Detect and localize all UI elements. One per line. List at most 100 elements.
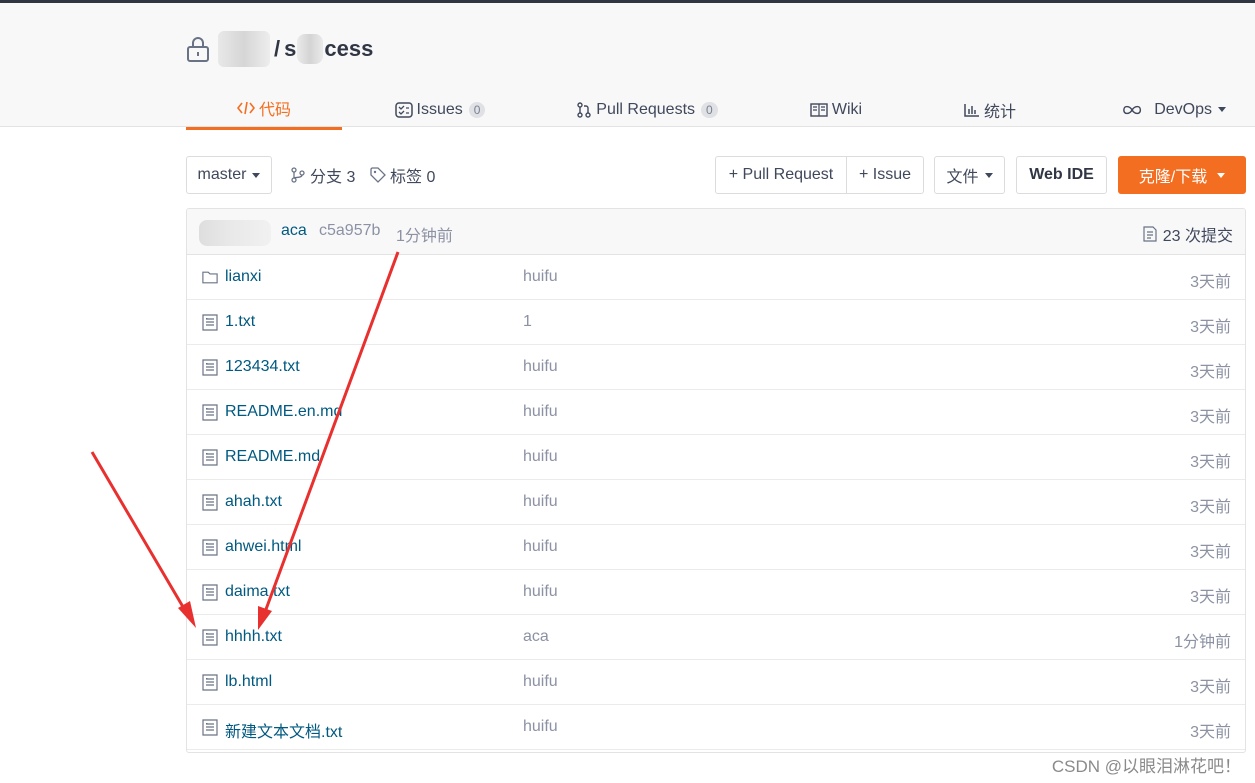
- tab-issues-label: Issues: [416, 100, 463, 118]
- tab-wiki-label: Wiki: [831, 100, 863, 118]
- file-icon: [202, 314, 218, 331]
- file-updated-time: 3天前: [1190, 499, 1231, 516]
- tab-devops-label: DevOps: [1154, 100, 1212, 118]
- repo-name-prefix: s: [284, 36, 297, 61]
- file-updated-time: 3天前: [1190, 679, 1231, 696]
- file-updated-time: 3天前: [1190, 274, 1231, 291]
- file-commit-message[interactable]: 1: [523, 313, 532, 331]
- commit-hash[interactable]: c5a957b: [319, 222, 380, 240]
- file-icon: [202, 674, 218, 691]
- file-icon: [202, 359, 218, 376]
- file-row[interactable]: ahah.txt huifu 3天前: [187, 480, 1245, 525]
- repo-header: / s cess 代码 Issues 0 Pull Requests 0 Wik…: [0, 3, 1255, 130]
- repo-separator: /: [274, 36, 281, 61]
- issues-count-badge: 0: [468, 101, 486, 118]
- file-icon: [202, 719, 218, 736]
- file-row[interactable]: daima.txt huifu 3天前: [187, 570, 1245, 615]
- tab-issues[interactable]: Issues 0: [390, 89, 490, 130]
- file-updated-time: 3天前: [1190, 319, 1231, 336]
- book-icon: [810, 102, 828, 117]
- repo-name[interactable]: s cess: [284, 34, 373, 64]
- file-row[interactable]: lianxi huifu 3天前: [187, 255, 1245, 300]
- file-row[interactable]: ahwei.html huifu 3天前: [187, 525, 1245, 570]
- file-icon: [202, 629, 218, 646]
- csdn-watermark: CSDN @以眼泪淋花吧！: [1051, 757, 1241, 776]
- file-commit-message[interactable]: huifu: [523, 268, 558, 286]
- document-icon: [1143, 226, 1157, 242]
- owner-name-blurred: [218, 31, 270, 67]
- file-row[interactable]: README.md huifu 3天前: [187, 435, 1245, 480]
- tab-wiki[interactable]: Wiki: [806, 89, 866, 130]
- file-list: aca c5a957b 1分钟前 23 次提交 lianxi huifu 3天前 1.…: [186, 208, 1246, 753]
- tab-code[interactable]: 代码: [186, 89, 342, 130]
- tab-pull-requests-label: Pull Requests: [596, 100, 696, 118]
- file-row[interactable]: 123434.txt huifu 3天前: [187, 345, 1245, 390]
- repo-title: / s cess: [186, 31, 373, 67]
- file-row[interactable]: 1.txt 1 3天前: [187, 300, 1245, 345]
- file-commit-message[interactable]: huifu: [523, 448, 558, 466]
- tag-icon: [370, 167, 386, 183]
- file-row[interactable]: hhhh.txt aca 1分钟前: [187, 615, 1245, 660]
- latest-commit-bar: aca c5a957b 1分钟前 23 次提交: [187, 209, 1245, 255]
- file-name-link[interactable]: daima.txt: [225, 583, 290, 601]
- avatar: [199, 220, 271, 246]
- file-row[interactable]: 新建文本文档.txt huifu 3天前: [187, 705, 1245, 750]
- file-menu-label: 文件: [946, 169, 979, 186]
- lock-icon: [187, 37, 209, 62]
- branch-select[interactable]: master: [186, 156, 272, 194]
- file-icon: [202, 539, 218, 556]
- file-commit-message[interactable]: aca: [523, 628, 549, 646]
- repo-toolbar: master 分支 3 标签 0 + Pull Request + Issue …: [186, 156, 1246, 194]
- file-commit-message[interactable]: huifu: [523, 493, 558, 511]
- file-updated-time: 1分钟前: [1174, 634, 1231, 651]
- branches-link[interactable]: 分支 3: [290, 156, 355, 194]
- file-name-link[interactable]: README.en.md: [225, 403, 342, 421]
- commit-author[interactable]: aca: [281, 222, 307, 240]
- file-updated-time: 3天前: [1190, 454, 1231, 471]
- new-issue-button[interactable]: + Issue: [846, 156, 924, 194]
- file-name-link[interactable]: hhhh.txt: [225, 628, 282, 646]
- file-name-link[interactable]: lianxi: [225, 268, 261, 286]
- branch-select-label: master: [197, 166, 247, 183]
- repo-name-blurred: [297, 34, 324, 64]
- tags-link[interactable]: 标签 0: [370, 156, 435, 194]
- chevron-down-icon: [984, 172, 993, 178]
- tab-devops[interactable]: DevOps: [1122, 89, 1226, 130]
- file-commit-message[interactable]: huifu: [523, 583, 558, 601]
- file-menu-button[interactable]: 文件: [934, 156, 1005, 194]
- file-name-link[interactable]: 1.txt: [225, 313, 255, 331]
- issues-icon: [394, 101, 413, 118]
- file-updated-time: 3天前: [1190, 364, 1231, 381]
- file-commit-message[interactable]: huifu: [523, 538, 558, 556]
- repo-name-suffix: cess: [324, 36, 374, 61]
- tab-pull-requests[interactable]: Pull Requests 0: [574, 89, 720, 130]
- red-arrow-annotation: [90, 451, 196, 628]
- file-commit-message[interactable]: huifu: [523, 673, 558, 691]
- tab-stats[interactable]: 统计: [960, 89, 1020, 130]
- file-row[interactable]: README.en.md huifu 3天前: [187, 390, 1245, 435]
- file-updated-time: 3天前: [1190, 409, 1231, 426]
- file-icon: [202, 494, 218, 511]
- file-row[interactable]: lb.html huifu 3天前: [187, 660, 1245, 705]
- branch-icon: [291, 167, 305, 183]
- pull-request-icon: [577, 101, 591, 118]
- file-updated-time: 3天前: [1190, 724, 1231, 741]
- file-name-link[interactable]: README.md: [225, 448, 320, 466]
- bar-chart-icon: [964, 103, 979, 117]
- web-ide-button[interactable]: Web IDE: [1016, 156, 1107, 194]
- file-commit-message[interactable]: huifu: [523, 358, 558, 376]
- file-name-link[interactable]: ahah.txt: [225, 493, 282, 511]
- clone-download-button[interactable]: 克隆/下载: [1118, 156, 1246, 194]
- file-name-link[interactable]: lb.html: [225, 673, 272, 691]
- file-commit-message[interactable]: huifu: [523, 403, 558, 421]
- file-name-link[interactable]: 新建文本文档.txt: [225, 718, 342, 742]
- chevron-down-icon: [1217, 172, 1226, 178]
- commit-time: 1分钟前: [396, 228, 453, 245]
- file-name-link[interactable]: ahwei.html: [225, 538, 301, 556]
- file-commit-message[interactable]: huifu: [523, 718, 558, 736]
- infinity-icon: [1123, 105, 1142, 114]
- clone-download-label: 克隆/下载: [1138, 169, 1208, 186]
- new-pull-request-button[interactable]: + Pull Request: [715, 156, 847, 194]
- file-name-link[interactable]: 123434.txt: [225, 358, 300, 376]
- commit-count-link[interactable]: 23 次提交: [1143, 222, 1233, 246]
